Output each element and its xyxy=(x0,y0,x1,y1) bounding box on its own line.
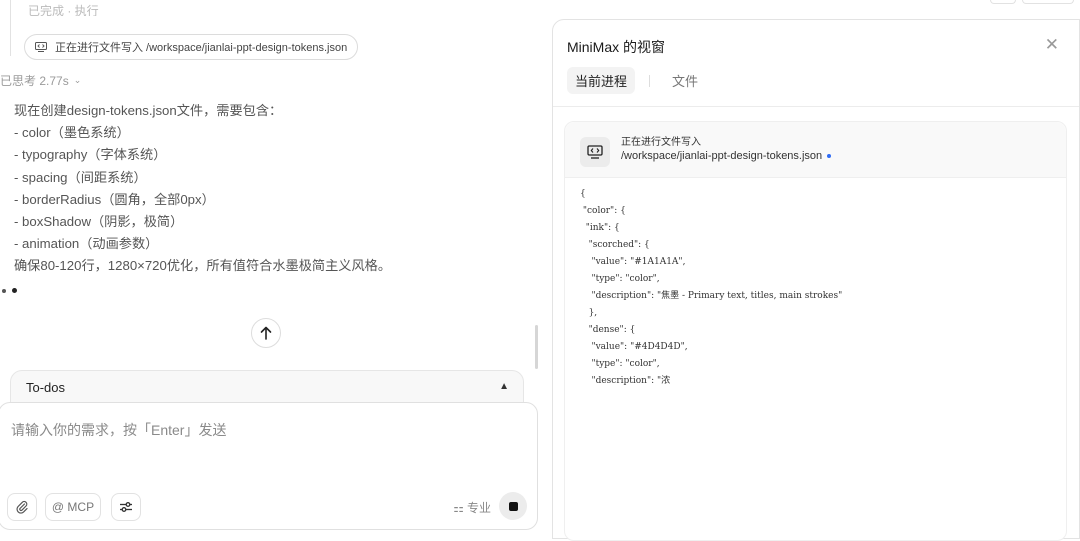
message-composer[interactable]: 请输入你的需求，按「Enter」发送 @ MCP ⚏ 专业 xyxy=(0,402,538,530)
thought-line: - spacing（间距系统） xyxy=(14,169,147,185)
scrollbar-thumb[interactable] xyxy=(535,325,538,369)
process-path: /workspace/jianlai-ppt-design-tokens.jso… xyxy=(621,150,823,162)
process-path-row: /workspace/jianlai-ppt-design-tokens.jso… xyxy=(621,150,832,162)
arrow-up-icon xyxy=(260,326,272,340)
live-status-dot xyxy=(827,154,832,158)
close-icon[interactable]: ✕ xyxy=(1045,35,1059,55)
attach-button[interactable] xyxy=(7,493,37,521)
thread-guide-line xyxy=(10,0,11,56)
panel-title: MiniMax 的视窗 xyxy=(567,39,666,55)
file-write-chip[interactable]: 正在进行文件写入 /workspace/jianlai-ppt-design-t… xyxy=(24,34,359,60)
chevron-up-icon[interactable]: ▲ xyxy=(499,381,509,392)
stop-button[interactable] xyxy=(499,492,527,520)
mode-label: 专业 xyxy=(466,501,491,515)
top-right-controls xyxy=(990,0,1074,4)
todos-bar[interactable]: To-dos ▲ xyxy=(10,370,524,406)
grid-icon: ⚏ xyxy=(453,500,464,515)
scroll-up-button[interactable] xyxy=(251,318,281,348)
thought-line: - typography（字体系统） xyxy=(14,147,167,163)
tab-current-process[interactable]: 当前进程 xyxy=(567,67,636,94)
mcp-button[interactable]: @ MCP xyxy=(45,493,101,521)
file-write-chip-label: 正在进行文件写入 /workspace/jianlai-ppt-design-t… xyxy=(55,42,348,54)
mode-selector[interactable]: ⚏ 专业 xyxy=(453,499,491,516)
thought-content: 现在创建design-tokens.json文件，需要包含： - color（墨… xyxy=(14,100,391,278)
stop-icon xyxy=(508,501,518,511)
thought-line: 确保80-120行，1280×720优化，所有值符合水墨极简主义风格。 xyxy=(14,258,392,274)
tab-files[interactable]: 文件 xyxy=(664,67,706,94)
mcp-label: @ MCP xyxy=(51,500,95,514)
minimax-viewport-panel: MiniMax 的视窗 ✕ 当前进程 文件 正在进行文件写入 /workspac… xyxy=(552,19,1080,541)
file-content-code: { "color": { "ink": { "scorched": { "val… xyxy=(580,189,843,386)
chat-column: 已完成 · 执行 正在进行文件写入 /workspace/jianlai-ppt… xyxy=(0,0,545,530)
process-title: 正在进行文件写入 xyxy=(621,137,701,148)
thought-line: - boxShadow（阴影，极简） xyxy=(14,214,184,230)
typing-indicator xyxy=(2,288,17,293)
panel-tabs: 当前进程 文件 xyxy=(567,67,706,94)
todos-label: To-dos xyxy=(26,380,66,395)
settings-button[interactable] xyxy=(111,493,141,521)
thought-toggle[interactable]: 已思考 2.77s ⌄ xyxy=(0,72,81,89)
previous-step-text: 已完成 · 执行 xyxy=(28,4,99,16)
thought-line: - animation（动画参数） xyxy=(14,236,159,252)
thought-line: - borderRadius（圆角，全部0px） xyxy=(14,191,215,207)
process-card: 正在进行文件写入 /workspace/jianlai-ppt-design-t… xyxy=(564,121,1067,541)
paperclip-icon xyxy=(16,500,28,514)
process-card-header: 正在进行文件写入 /workspace/jianlai-ppt-design-t… xyxy=(565,122,1066,178)
monitor-code-icon xyxy=(35,42,47,52)
thought-line: 现在创建design-tokens.json文件，需要包含： xyxy=(14,103,283,118)
composer-placeholder[interactable]: 请输入你的需求，按「Enter」发送 xyxy=(11,420,226,440)
thought-line: - color（墨色系统） xyxy=(14,125,130,141)
chevron-down-icon: ⌄ xyxy=(73,75,82,85)
monitor-code-icon xyxy=(580,137,610,167)
sliders-icon xyxy=(120,502,132,512)
thought-label: 已思考 2.77s xyxy=(0,74,69,88)
